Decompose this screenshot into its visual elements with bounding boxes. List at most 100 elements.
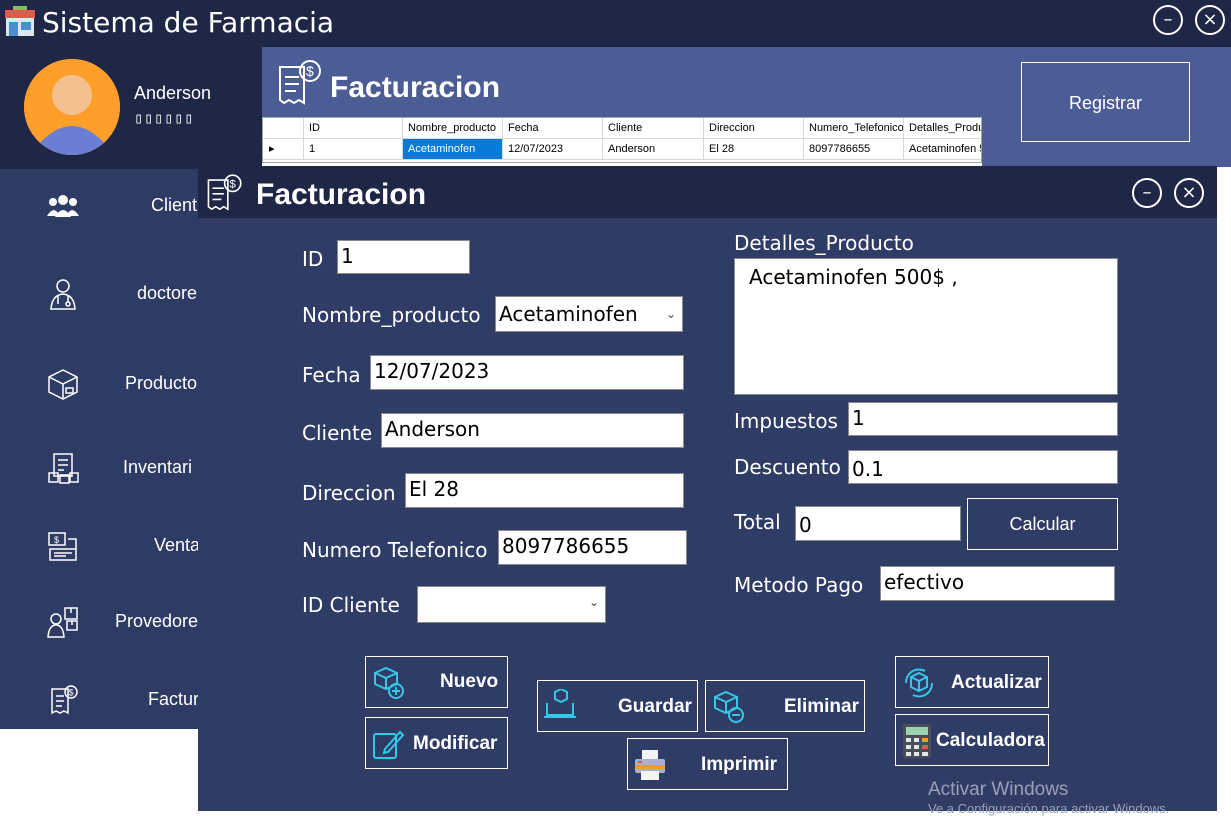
- direccion-field[interactable]: El 28: [405, 473, 684, 508]
- invoice-icon: $: [207, 174, 242, 211]
- column-header[interactable]: Cliente: [603, 118, 704, 139]
- telefono-label: Numero Telefonico: [302, 538, 488, 562]
- doctor-icon: [50, 279, 76, 310]
- calculadora-label: Calculadora: [936, 730, 1045, 751]
- cliente-label: Cliente: [302, 421, 373, 445]
- column-header[interactable]: Direccion: [704, 118, 804, 139]
- user-role: ▯▯▯▯▯▯: [134, 109, 195, 127]
- actualizar-button[interactable]: Actualizar: [895, 656, 1049, 708]
- svg-text:$: $: [306, 63, 314, 79]
- nuevo-button[interactable]: Nuevo: [365, 656, 508, 708]
- id-field[interactable]: 1: [337, 240, 470, 274]
- table-cell[interactable]: 8097786655: [804, 139, 904, 160]
- nombre-producto-label: Nombre_producto: [302, 303, 481, 327]
- dialog-title: Facturacion: [256, 178, 427, 211]
- cliente-field[interactable]: Anderson: [381, 413, 684, 448]
- close-button[interactable]: ×: [1195, 5, 1225, 35]
- sidebar-item-label: Producto: [125, 373, 198, 393]
- users-icon: [47, 195, 79, 217]
- main-titlebar: Sistema de Farmacia – ×: [0, 0, 1231, 47]
- column-header[interactable]: Nombre_producto: [403, 118, 503, 139]
- id-cliente-select[interactable]: ⌄: [417, 586, 606, 623]
- table-cell[interactable]: Anderson: [603, 139, 704, 160]
- dialog-close-button[interactable]: ×: [1174, 178, 1204, 208]
- impuestos-label: Impuestos: [734, 409, 838, 433]
- svg-text:$: $: [54, 535, 59, 545]
- calculadora-button[interactable]: Calculadora: [895, 714, 1049, 766]
- sidebar-item-label: Client: [151, 195, 198, 215]
- sidebar-item-label: Venta: [154, 535, 201, 555]
- id-label: ID: [302, 247, 324, 271]
- sidebar-item-label: Inventari: [123, 457, 193, 477]
- nombre-producto-select[interactable]: Acetaminofen ⌄: [495, 296, 683, 332]
- eliminar-button[interactable]: Eliminar: [705, 680, 865, 732]
- total-field[interactable]: 0: [795, 506, 961, 541]
- box-icon: [48, 369, 78, 400]
- modificar-label: Modificar: [413, 733, 498, 754]
- telefono-field[interactable]: 8097786655: [498, 530, 687, 565]
- sidebar-item-label: doctore: [137, 283, 198, 303]
- invoice-table[interactable]: ID Nombre_producto Fecha Cliente Direcci…: [262, 117, 982, 163]
- metodo-pago-field[interactable]: efectivo: [880, 566, 1115, 601]
- descuento-field[interactable]: 0.1: [848, 450, 1118, 484]
- sales-icon: $: [48, 532, 77, 561]
- column-header[interactable]: Fecha: [503, 118, 603, 139]
- metodo-pago-label: Metodo Pago: [734, 573, 864, 597]
- page-title: Facturacion: [330, 71, 501, 104]
- refresh-icon: [904, 668, 934, 698]
- svg-text:$: $: [229, 178, 236, 190]
- modificar-button[interactable]: Modificar: [365, 717, 508, 769]
- add-box-icon: [374, 666, 404, 699]
- edit-icon: [373, 730, 405, 759]
- printer-icon: [635, 750, 665, 780]
- table-cell-selected[interactable]: Acetaminofen: [403, 139, 503, 160]
- table-header-row: ID Nombre_producto Fecha Cliente Direcci…: [263, 118, 981, 139]
- fecha-label: Fecha: [302, 363, 361, 387]
- detalles-textarea[interactable]: Acetaminofen 500$ ,: [734, 258, 1118, 395]
- guardar-button[interactable]: Guardar: [537, 680, 698, 732]
- table-cell[interactable]: 12/07/2023: [503, 139, 603, 160]
- chevron-down-icon: ⌄: [665, 307, 676, 321]
- avatar: [24, 59, 120, 155]
- inventory-icon: [48, 453, 79, 484]
- eliminar-label: Eliminar: [784, 696, 859, 717]
- supplier-icon: [47, 607, 78, 638]
- invoice-icon: $: [279, 60, 321, 105]
- column-header[interactable]: Detalles_Produ: [904, 118, 981, 139]
- facturacion-dialog: $ Facturacion – × ID 1 Nombre_producto A…: [198, 166, 1217, 811]
- page-header: $ Facturacion: [262, 47, 982, 117]
- chevron-down-icon: ⌄: [588, 595, 599, 609]
- calculator-icon: [903, 724, 931, 758]
- pharmacy-store-icon: [5, 6, 35, 36]
- column-header[interactable]: Numero_Telefonico: [804, 118, 904, 139]
- table-row[interactable]: ▸ 1 Acetaminofen 12/07/2023 Anderson El …: [263, 139, 981, 160]
- invoice-icon: $: [51, 685, 78, 715]
- actualizar-label: Actualizar: [951, 672, 1042, 693]
- table-cell[interactable]: Acetaminofen 5: [904, 139, 981, 160]
- sidebar-item-label: Factur: [148, 689, 200, 709]
- imprimir-button[interactable]: Imprimir: [627, 738, 788, 790]
- row-header-corner: [263, 118, 304, 139]
- nombre-producto-value: Acetaminofen: [499, 302, 638, 326]
- id-cliente-label: ID Cliente: [302, 593, 400, 617]
- total-label: Total: [734, 510, 781, 534]
- save-laptop-icon: [544, 689, 576, 718]
- row-selector-arrow-icon[interactable]: ▸: [263, 139, 304, 160]
- svg-text:$: $: [69, 688, 74, 698]
- minimize-button[interactable]: –: [1153, 5, 1183, 35]
- impuestos-field[interactable]: 1: [848, 402, 1118, 436]
- column-header[interactable]: ID: [304, 118, 403, 139]
- guardar-label: Guardar: [618, 696, 692, 717]
- table-cell[interactable]: El 28: [704, 139, 804, 160]
- user-profile: Anderson ▯▯▯▯▯▯: [0, 47, 262, 169]
- dialog-titlebar: $ Facturacion – ×: [198, 166, 1217, 218]
- remove-box-icon: [714, 690, 744, 723]
- dialog-minimize-button[interactable]: –: [1132, 178, 1162, 208]
- sidebar-item-label: Provedore: [115, 611, 199, 631]
- app-title: Sistema de Farmacia: [42, 6, 335, 39]
- table-cell[interactable]: 1: [304, 139, 403, 160]
- fecha-field[interactable]: 12/07/2023: [370, 355, 684, 390]
- calcular-button[interactable]: Calcular: [967, 498, 1118, 550]
- user-name: Anderson: [134, 83, 212, 103]
- register-button[interactable]: Registrar: [1021, 62, 1190, 142]
